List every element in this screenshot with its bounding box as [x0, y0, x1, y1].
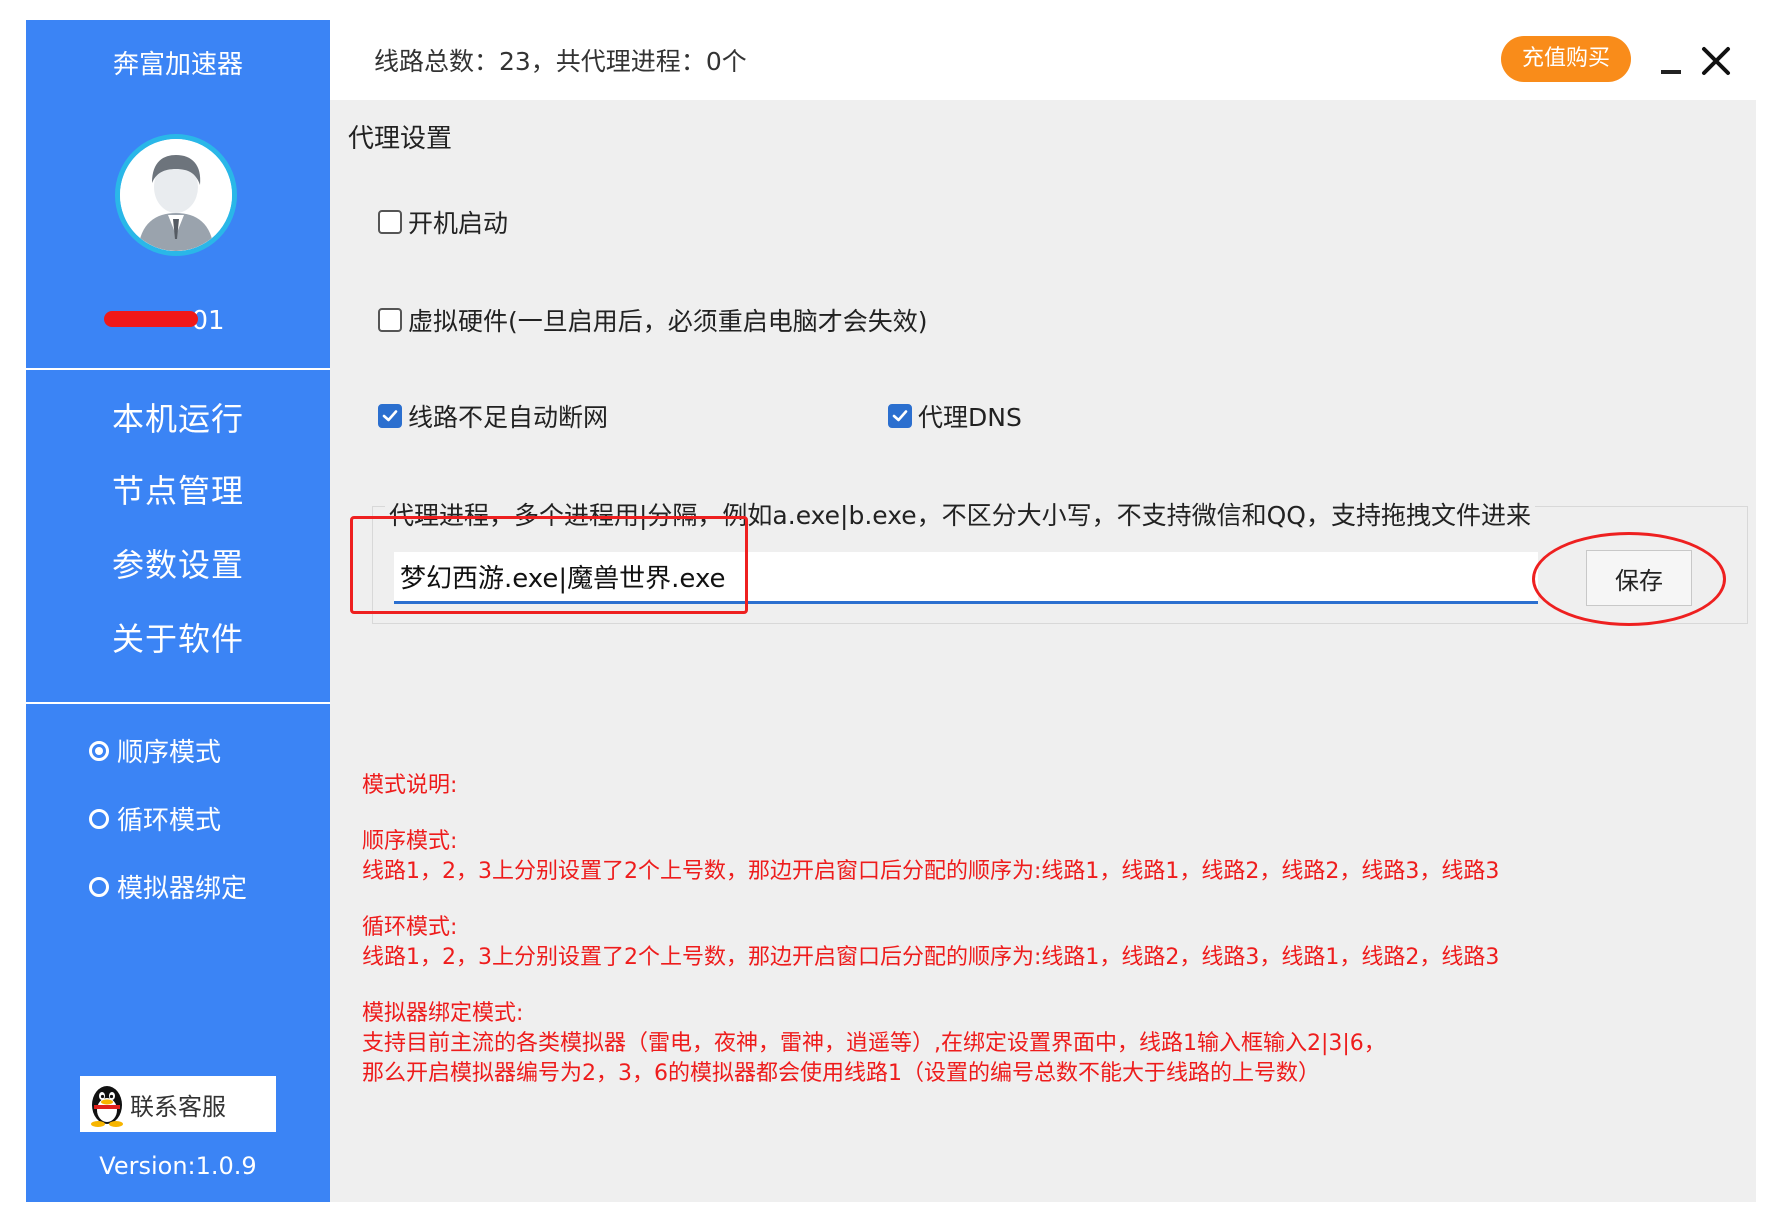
- annotation-ellipse: [1532, 532, 1726, 626]
- nav-param-settings[interactable]: 参数设置: [26, 540, 330, 586]
- nav-local-run[interactable]: 本机运行: [26, 394, 330, 440]
- note-loop-desc: 线路1，2，3上分别设置了2个上号数，那边开启窗口后分配的顺序为:线路1，线路2…: [362, 945, 1500, 970]
- nav-about[interactable]: 关于软件: [26, 614, 330, 660]
- line-stats: 线路总数：23，共代理进程：0个: [374, 47, 747, 76]
- note-loop-title: 循环模式:: [362, 915, 458, 940]
- sidebar-divider: [26, 702, 330, 704]
- checkbox-checked-icon: [888, 404, 912, 428]
- autostart-checkbox[interactable]: 开机启动: [378, 204, 508, 240]
- mode-label: 顺序模式: [117, 738, 222, 768]
- checkbox-label: 代理DNS: [918, 403, 1022, 432]
- sidebar: 奔富加速器 01 本机运行 节点管理 参数设置 关于软件 顺序模式 循环模式 模…: [26, 20, 330, 1202]
- proxy-dns-checkbox[interactable]: 代理DNS: [888, 398, 1022, 434]
- avatar[interactable]: [115, 134, 237, 256]
- minimize-icon[interactable]: [1661, 70, 1681, 74]
- note-emu-desc-2: 那么开启模拟器编号为2，3，6的模拟器都会使用线路1（设置的编号总数不能大于线路…: [362, 1061, 1320, 1086]
- section-title: 代理设置: [348, 124, 453, 154]
- mode-emulator-bind[interactable]: 模拟器绑定: [89, 868, 247, 905]
- radio-icon: [89, 808, 109, 829]
- virtual-hardware-checkbox[interactable]: 虚拟硬件(一旦启用后，必须重启电脑才会失效): [378, 302, 928, 338]
- note-emu-desc-1: 支持目前主流的各类模拟器（雷电，夜神，雷神，逍遥等）,在绑定设置界面中，线路1输…: [362, 1031, 1386, 1056]
- redaction-mark: [104, 311, 198, 327]
- qq-penguin-icon: [91, 1086, 123, 1127]
- mode-sequential[interactable]: 顺序模式: [89, 732, 221, 769]
- mode-label: 循环模式: [117, 806, 222, 836]
- contact-label: 联系客服: [130, 1092, 226, 1121]
- note-emu-title: 模拟器绑定模式:: [362, 1001, 524, 1026]
- note-seq-desc: 线路1，2，3上分别设置了2个上号数，那边开启窗口后分配的顺序为:线路1，线路1…: [362, 859, 1500, 884]
- version-label: Version:1.0.9: [99, 1152, 257, 1180]
- recharge-button[interactable]: 充值购买: [1501, 36, 1631, 82]
- sidebar-divider: [26, 368, 330, 370]
- contact-support-button[interactable]: 联系客服: [80, 1076, 276, 1132]
- annotation-rectangle: [350, 516, 748, 614]
- radio-icon: [89, 876, 109, 897]
- title-bar: 线路总数：23，共代理进程：0个 充值购买: [330, 20, 1756, 100]
- radio-selected-icon: [89, 740, 109, 761]
- checkbox-label: 开机启动: [408, 209, 509, 238]
- auto-disconnect-checkbox[interactable]: 线路不足自动断网: [378, 398, 608, 434]
- app-title: 奔富加速器: [112, 50, 243, 80]
- mode-label: 模拟器绑定: [117, 874, 248, 904]
- notes-heading: 模式说明:: [362, 773, 458, 798]
- mode-loop[interactable]: 循环模式: [89, 800, 221, 837]
- checkbox-checked-icon: [378, 404, 402, 428]
- checkbox-label: 虚拟硬件(一旦启用后，必须重启电脑才会失效): [408, 307, 928, 336]
- checkbox-label: 线路不足自动断网: [408, 403, 609, 432]
- app-window: 奔富加速器 01 本机运行 节点管理 参数设置 关于软件 顺序模式 循环模式 模…: [26, 20, 1756, 1202]
- user-avatar-icon: [120, 139, 232, 251]
- nav-node-manage[interactable]: 节点管理: [26, 466, 330, 512]
- checkbox-icon: [378, 308, 402, 332]
- note-seq-title: 顺序模式:: [362, 829, 458, 854]
- close-icon[interactable]: [1701, 46, 1731, 76]
- checkbox-icon: [378, 210, 402, 234]
